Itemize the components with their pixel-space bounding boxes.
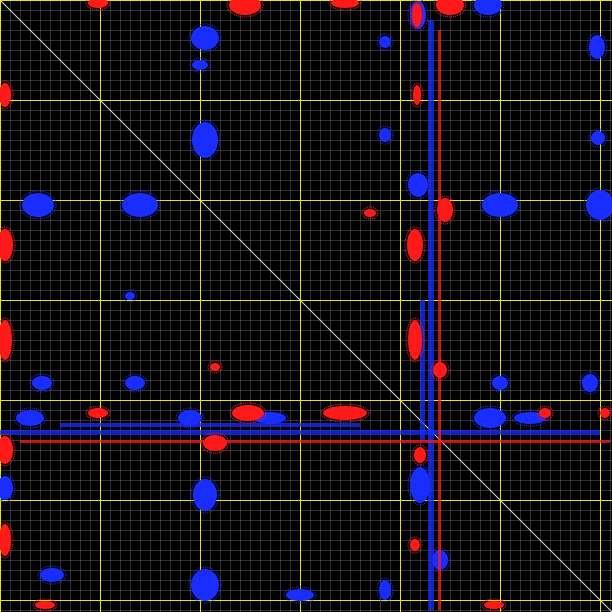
negative-peak: [40, 568, 64, 582]
negative-peak: [122, 193, 158, 217]
positive-peak: [484, 601, 504, 609]
negative-peak: [286, 589, 314, 601]
negative-peak: [582, 374, 598, 392]
negative-peak: [192, 60, 208, 70]
positive-peak: [414, 447, 426, 463]
negative-peak: [125, 376, 145, 390]
negative-peak: [193, 479, 217, 511]
negative-peak: [125, 292, 135, 300]
negative-peak: [178, 410, 202, 426]
positive-band-vertical: [438, 30, 441, 610]
negative-peak: [492, 376, 508, 390]
negative-band-vertical: [420, 300, 425, 440]
positive-peak: [364, 209, 376, 217]
positive-peak: [232, 405, 264, 421]
positive-peak: [539, 408, 551, 418]
nmr-contour-plot: [0, 0, 612, 612]
negative-peak: [379, 128, 391, 142]
negative-band-horizontal: [60, 423, 360, 427]
positive-peak: [203, 435, 227, 451]
negative-peak: [22, 193, 54, 217]
positive-peak: [410, 539, 420, 551]
positive-peak: [408, 320, 422, 360]
negative-peak: [482, 193, 518, 217]
positive-peak: [210, 363, 220, 371]
negative-peak: [474, 408, 506, 428]
positive-peak: [433, 362, 447, 378]
negative-band-horizontal: [0, 430, 600, 435]
positive-peak: [88, 408, 108, 418]
negative-peak: [379, 36, 391, 48]
negative-peak: [191, 26, 219, 50]
positive-band-horizontal: [20, 440, 610, 443]
positive-peak: [600, 408, 610, 418]
negative-peak: [379, 580, 391, 600]
negative-peak: [16, 410, 44, 426]
negative-peak: [408, 173, 428, 197]
positive-peak: [35, 601, 55, 609]
positive-peak: [323, 406, 367, 420]
negative-peak: [591, 131, 605, 145]
negative-peak: [32, 376, 52, 390]
positive-peak: [407, 229, 423, 261]
negative-peak: [589, 35, 605, 59]
negative-peak: [191, 569, 219, 601]
positive-peak: [413, 85, 421, 105]
negative-peak: [192, 122, 218, 158]
negative-band-vertical: [428, 20, 434, 610]
positive-peak: [437, 198, 453, 222]
negative-peak: [410, 467, 430, 503]
positive-peak: [412, 3, 422, 27]
